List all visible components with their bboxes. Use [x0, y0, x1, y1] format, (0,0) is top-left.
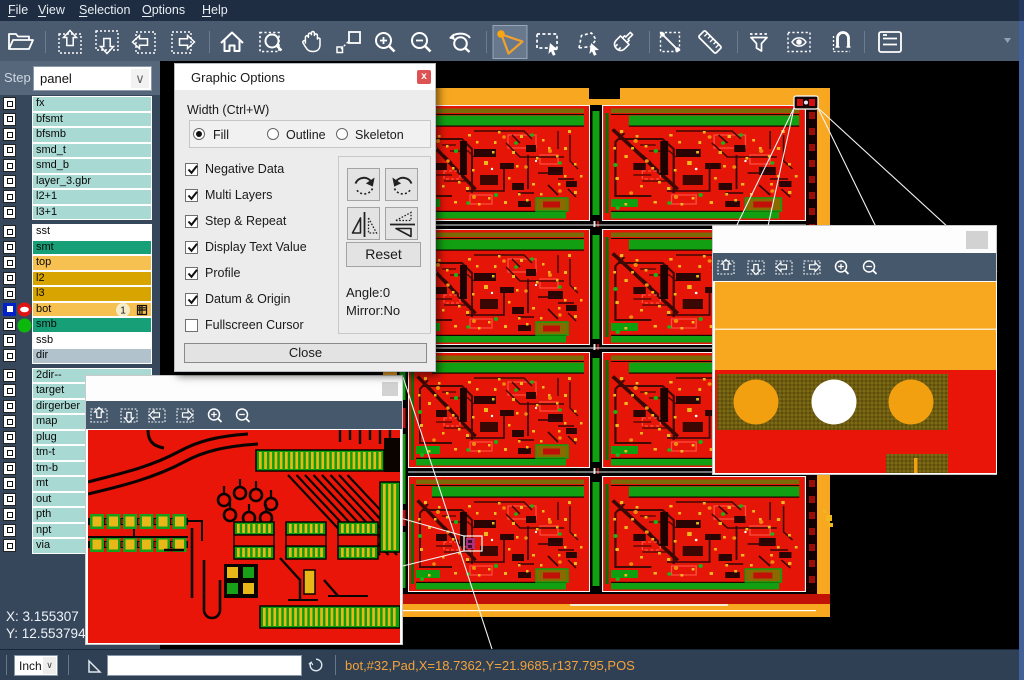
- svg-text:1: 1: [120, 306, 126, 317]
